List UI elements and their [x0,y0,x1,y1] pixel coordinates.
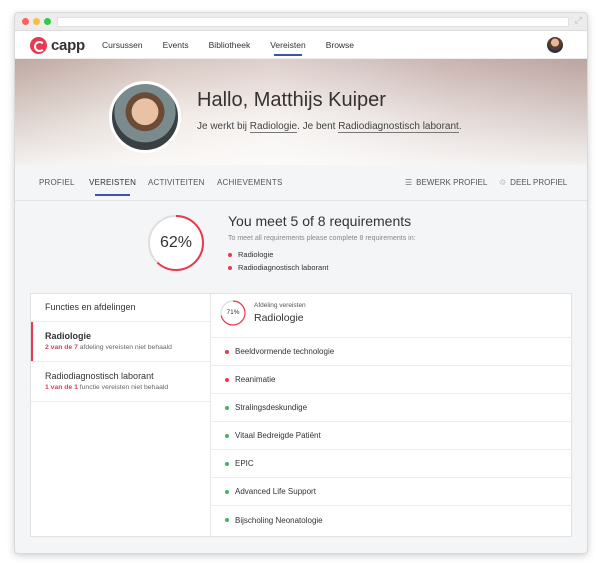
share-profile-button[interactable]: ♲ DEEL PROFIEL [499,165,567,201]
greeting: Hallo, Matthijs Kuiper [197,89,386,111]
profile-subtitle: Je werkt bij Radiologie. Je bent Radiodi… [197,121,462,133]
summary-list: Radiologie Radiodiagnostisch laborant [228,248,328,274]
department-link[interactable]: Radiologie [249,121,298,133]
requirement-row[interactable]: Vitaal Bedreigde Patiënt [211,422,571,450]
maximize-window-button[interactable] [44,18,51,25]
department-item-title: Radiodiagnostisch laborant [45,371,154,381]
capp-logo[interactable]: capp [30,37,85,54]
tab-profiel[interactable]: PROFIEL [39,165,75,201]
tab-activiteiten[interactable]: ACTIVITEITEN [148,165,205,201]
status-dot-icon [225,377,229,382]
browser-window: ⤢ capp Cursussen Events Bibliotheek Vereist… [14,12,588,554]
requirements-title: Radiologie [254,312,304,324]
share-icon: ♲ [499,178,507,187]
department-item[interactable]: Radiologie 2 van de 7 afdeling vereisten … [31,322,210,362]
logo-text: capp [51,37,85,54]
department-item-title: Radiologie [45,331,92,341]
profile-tabs: ☰ BEWERK PROFIEL ♲ DEEL PROFIEL PROFIEL VER… [15,165,587,201]
browser-titlebar: ⤢ [15,13,587,31]
status-dot-icon [225,489,229,494]
status-dot-icon [225,461,229,466]
requirement-row[interactable]: Beeldvormende technologie [211,338,571,366]
departments-header: Functies en afdelingen [31,294,210,322]
departments-column: Functies en afdelingen Radiologie 2 van d… [31,294,211,536]
requirements-kicker: Afdeling vereisten [254,302,306,309]
summary-list-item: Radiodiagnostisch laborant [228,261,328,274]
bullet-icon [228,265,232,270]
status-dot-icon [225,349,229,354]
requirement-row[interactable]: EPIC [211,450,571,478]
status-dot-icon [225,405,229,410]
edit-profile-button[interactable]: ☰ BEWERK PROFIEL [405,165,487,201]
role-link[interactable]: Radiodiagnostisch laborant [338,121,459,133]
requirements-panel: Functies en afdelingen Radiologie 2 van d… [30,293,572,537]
fullscreen-icon[interactable]: ⤢ [575,15,582,26]
tab-achievements[interactable]: ACHIEVEMENTS [217,165,283,201]
department-item[interactable]: Radiodiagnostisch laborant 1 van de 1 fun… [31,362,210,402]
top-navigation: capp Cursussen Events Bibliotheek Vereisten… [15,31,587,59]
nav-link-bibliotheek[interactable]: Bibliotheek [209,31,251,59]
nav-link-cursussen[interactable]: Cursussen [102,31,143,59]
requirement-row[interactable]: Stralingsdeskundige [211,394,571,422]
department-item-status: 1 van de 1 functie vereisten niet behaal… [45,384,169,391]
profile-hero: Hallo, Matthijs Kuiper Je werkt bij Radi… [15,59,587,165]
department-progress-percent: 71% [226,309,240,316]
bullet-icon [228,252,232,257]
progress-percent: 62% [159,234,193,251]
requirements-summary: 62% You meet 5 of 8 requirements To meet… [15,201,587,291]
capp-logo-icon [30,37,47,54]
nav-link-events[interactable]: Events [163,31,189,59]
address-bar[interactable] [57,17,569,27]
requirement-row[interactable]: Bijscholing Neonatologie [211,506,571,534]
main-nav: Cursussen Events Bibliotheek Vereisten Brows… [102,31,374,59]
requirements-column: 71% Afdeling vereisten Radiologie Beeldv… [211,294,571,536]
minimize-window-button[interactable] [33,18,40,25]
profile-photo [109,81,181,153]
status-dot-icon [225,433,229,438]
nav-link-vereisten[interactable]: Vereisten [270,31,306,59]
department-item-status: 2 van de 7 afdeling vereisten niet behaa… [45,344,172,351]
summary-title: You meet 5 of 8 requirements [228,213,412,229]
tab-vereisten[interactable]: VEREISTEN [89,165,136,201]
sliders-icon: ☰ [405,178,413,187]
status-dot-icon [225,518,229,522]
nav-link-browse[interactable]: Browse [326,31,354,59]
summary-hint: To meet all requirements please complete… [228,235,416,242]
requirement-row[interactable]: Advanced Life Support [211,478,571,506]
department-requirements-header: 71% Afdeling vereisten Radiologie [211,294,571,338]
user-avatar[interactable] [547,37,563,53]
summary-list-item: Radiologie [228,248,328,261]
close-window-button[interactable] [22,18,29,25]
requirement-row[interactable]: Reanimatie [211,366,571,394]
